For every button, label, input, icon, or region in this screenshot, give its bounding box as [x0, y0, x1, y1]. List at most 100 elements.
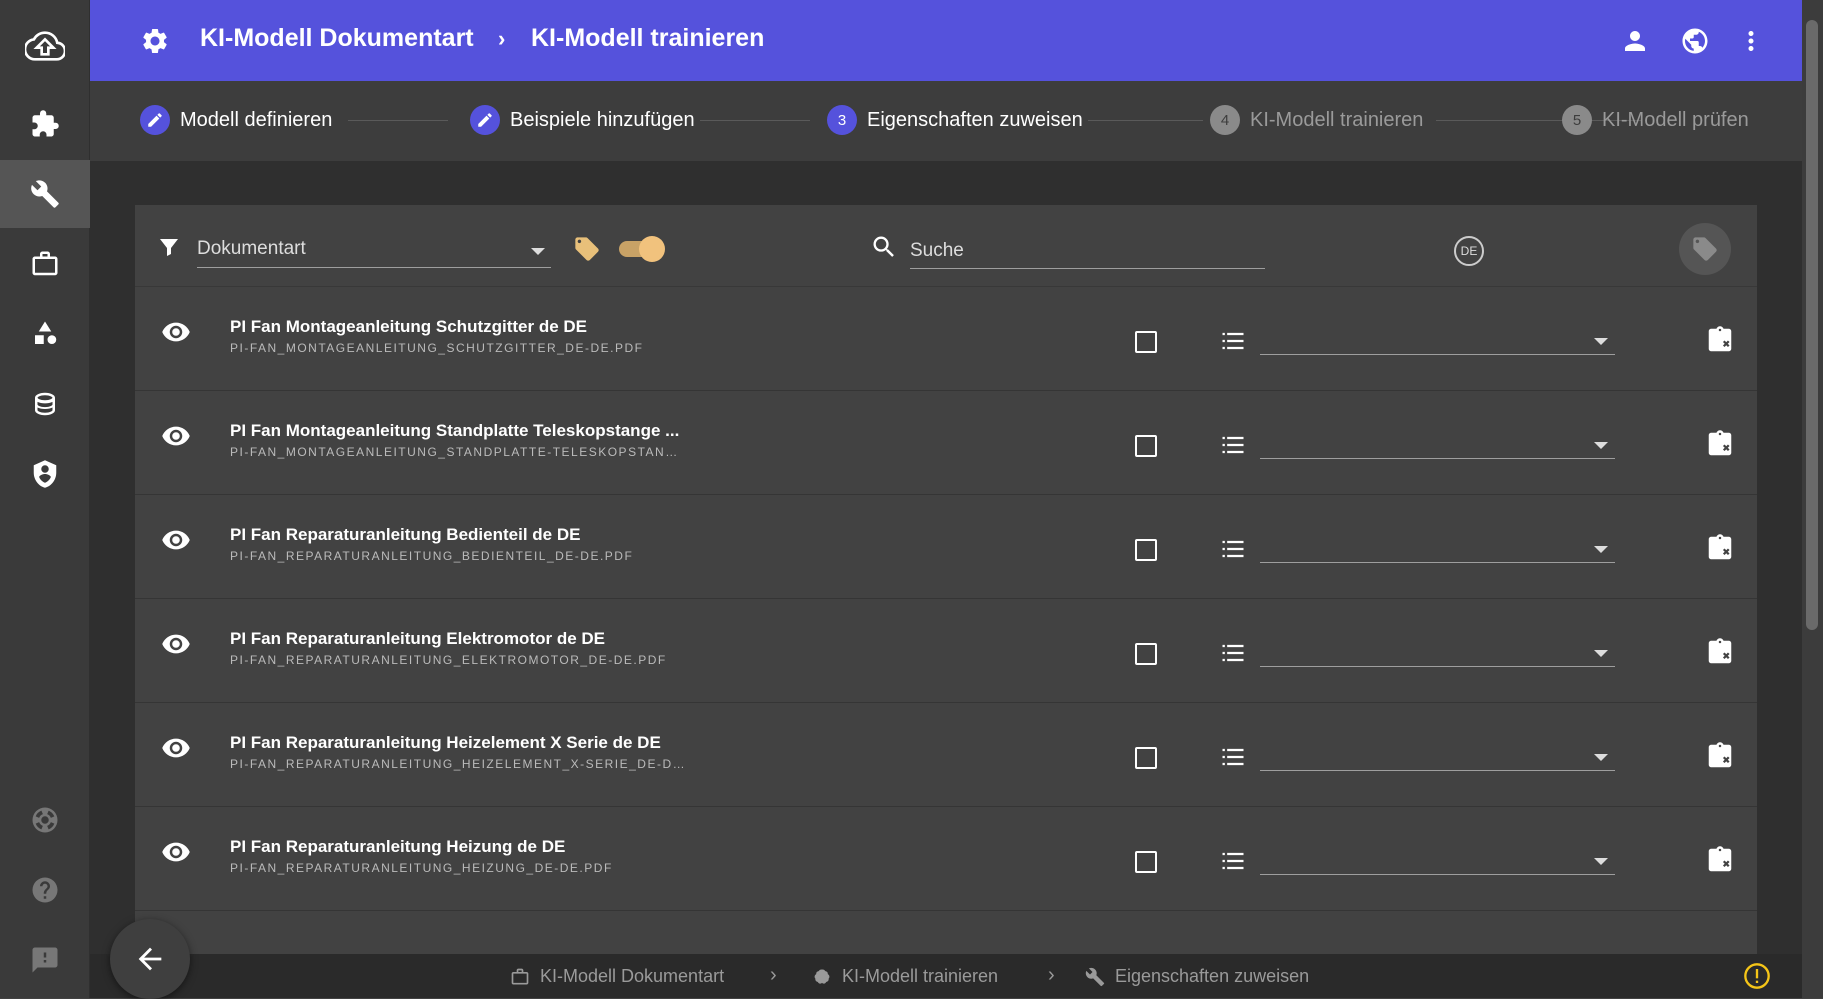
eye-icon[interactable] — [161, 317, 191, 347]
property-select[interactable] — [1260, 845, 1615, 875]
warning-icon[interactable] — [1743, 962, 1771, 990]
stepper: Modell definieren Beispiele hinzufügen 3… — [90, 81, 1802, 161]
eye-icon[interactable] — [161, 629, 191, 659]
step-beispiele-hinzufuegen[interactable]: Beispiele hinzufügen — [470, 103, 695, 137]
remove-property-icon[interactable] — [1705, 741, 1735, 771]
remove-property-icon[interactable] — [1705, 325, 1735, 355]
topbar: KI-Modell Dokumentart › KI-Modell traini… — [90, 0, 1802, 81]
assign-tags-button[interactable] — [1679, 223, 1731, 275]
chevron-down-icon — [1594, 754, 1608, 761]
page-title-primary[interactable]: KI-Modell Dokumentart — [200, 24, 474, 53]
brain-icon — [814, 968, 830, 984]
tag-icon — [575, 237, 599, 261]
document-filename: PI-FAN_MONTAGEANLEITUNG_SCHUTZGITTER_DE-… — [230, 341, 644, 355]
content-area: Dokumentart DE PI Fan Montageanleitun — [90, 161, 1802, 965]
property-select[interactable] — [1260, 325, 1615, 355]
globe-icon[interactable] — [1680, 26, 1710, 56]
briefcase-icon — [511, 968, 529, 984]
document-type-select[interactable]: Dokumentart — [197, 234, 551, 268]
scrollbar[interactable] — [1802, 0, 1823, 998]
search-icon — [873, 236, 894, 257]
more-vertical-icon[interactable] — [1736, 26, 1766, 56]
step-ki-modell-trainieren[interactable]: 4 KI-Modell trainieren — [1210, 103, 1423, 137]
document-name: PI Fan Reparaturanleitung Heizung de DE — [230, 837, 566, 856]
filter-icon — [160, 239, 178, 256]
breadcrumb-item-eigenschaften: Eigenschaften zuweisen — [1085, 966, 1309, 987]
document-type-select-value: Dokumentart — [197, 238, 306, 259]
document-name: PI Fan Reparaturanleitung Heizelement X … — [230, 733, 661, 752]
row-checkbox[interactable] — [1135, 747, 1157, 769]
scrollbar-thumb[interactable] — [1806, 20, 1818, 630]
step-label: KI-Modell prüfen — [1602, 108, 1749, 131]
row-checkbox[interactable] — [1135, 851, 1157, 873]
feedback-icon[interactable] — [0, 926, 90, 994]
row-checkbox[interactable] — [1135, 435, 1157, 457]
property-select[interactable] — [1260, 741, 1615, 771]
list-icon — [1222, 332, 1244, 350]
step-label: KI-Modell trainieren — [1250, 108, 1424, 131]
remove-property-icon[interactable] — [1705, 637, 1735, 667]
row-checkbox[interactable] — [1135, 539, 1157, 561]
step-eigenschaften-zuweisen[interactable]: 3 Eigenschaften zuweisen — [827, 103, 1083, 137]
document-name: PI Fan Montageanleitung Standplatte Tele… — [230, 421, 680, 440]
document-filename: PI-FAN_REPARATURANLEITUNG_HEIZUNG_DE-DE.… — [230, 861, 613, 875]
step-label: Modell definieren — [180, 108, 333, 131]
document-row: PI Fan Reparaturanleitung Heizung de DE … — [135, 807, 1757, 911]
step-label: Eigenschaften zuweisen — [867, 108, 1083, 131]
database-icon[interactable] — [0, 370, 90, 438]
remove-property-icon[interactable] — [1705, 845, 1735, 875]
property-select[interactable] — [1260, 429, 1615, 459]
gear-icon[interactable] — [140, 26, 170, 56]
breadcrumb-separator: › — [1048, 964, 1055, 986]
property-select[interactable] — [1260, 637, 1615, 667]
help-icon[interactable] — [0, 856, 90, 924]
document-name: PI Fan Reparaturanleitung Elektromotor d… — [230, 629, 606, 648]
document-row: PI Fan Reparaturanleitung Elektromotor d… — [135, 599, 1757, 703]
pencil-icon — [470, 105, 500, 135]
page-title-secondary: KI-Modell trainieren — [531, 24, 765, 52]
chevron-down-icon — [531, 248, 545, 255]
document-panel: Dokumentart DE PI Fan Montageanleitun — [135, 205, 1757, 965]
list-icon — [1222, 748, 1244, 766]
wrench-icon[interactable] — [0, 160, 90, 228]
shapes-icon[interactable] — [0, 300, 90, 368]
search-input[interactable] — [910, 234, 1265, 269]
cloud-upload-logo-icon[interactable] — [0, 12, 90, 80]
briefcase-icon[interactable] — [0, 230, 90, 298]
breadcrumb-item-dokumentart[interactable]: KI-Modell Dokumentart — [510, 966, 724, 987]
step-connector — [348, 120, 448, 121]
shield-user-icon[interactable] — [0, 440, 90, 508]
document-row: PI Fan Reparaturanleitung Heizelement X … — [135, 703, 1757, 807]
step-number: 4 — [1210, 105, 1240, 135]
breadcrumb-item-trainieren[interactable]: KI-Modell trainieren — [812, 966, 998, 987]
chevron-down-icon — [1594, 442, 1608, 449]
property-select[interactable] — [1260, 533, 1615, 563]
list-icon — [1222, 644, 1244, 662]
toggle-knob — [639, 236, 665, 262]
title-separator: › — [498, 26, 506, 51]
eye-icon[interactable] — [161, 733, 191, 763]
eye-icon[interactable] — [161, 525, 191, 555]
row-checkbox[interactable] — [1135, 643, 1157, 665]
back-button[interactable] — [110, 919, 190, 999]
remove-property-icon[interactable] — [1705, 429, 1735, 459]
breadcrumb: KI-Modell Dokumentart › KI-Modell traini… — [90, 954, 1802, 998]
filter-bar: Dokumentart DE — [135, 205, 1757, 287]
breadcrumb-label: KI-Modell trainieren — [842, 966, 999, 986]
eye-icon[interactable] — [161, 421, 191, 451]
user-icon[interactable] — [1620, 26, 1650, 56]
step-number: 3 — [827, 105, 857, 135]
eye-icon[interactable] — [161, 837, 191, 867]
list-icon — [1222, 540, 1244, 558]
breadcrumb-separator: › — [770, 964, 777, 986]
puzzle-icon[interactable] — [0, 90, 90, 158]
support-lifebuoy-icon[interactable] — [0, 786, 90, 854]
remove-property-icon[interactable] — [1705, 533, 1735, 563]
language-badge[interactable]: DE — [1454, 236, 1484, 266]
row-checkbox[interactable] — [1135, 331, 1157, 353]
step-ki-modell-pruefen[interactable]: 5 KI-Modell prüfen — [1562, 103, 1749, 137]
step-modell-definieren[interactable]: Modell definieren — [140, 103, 332, 137]
list-icon — [1222, 852, 1244, 870]
tag-toggle[interactable] — [615, 236, 665, 262]
step-label: Beispiele hinzufügen — [510, 108, 695, 131]
